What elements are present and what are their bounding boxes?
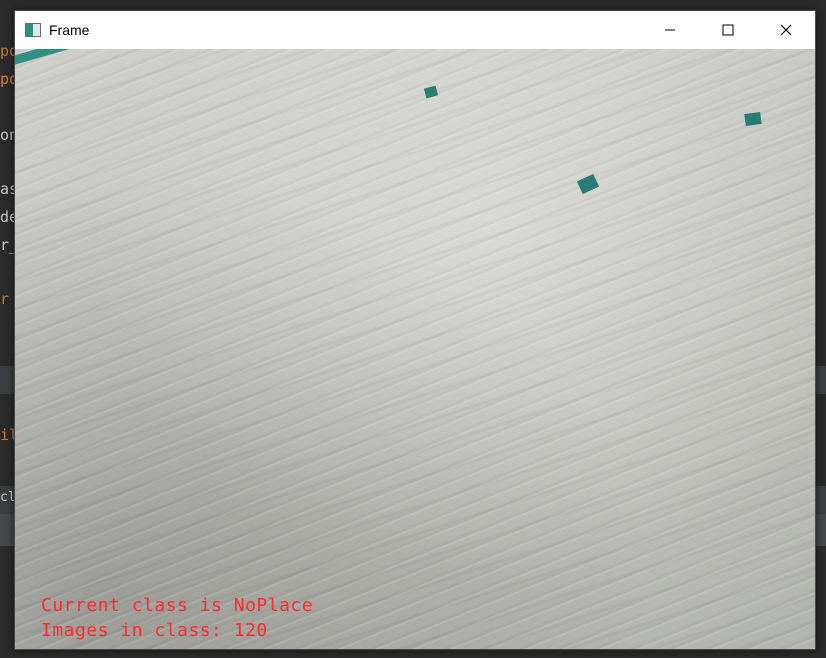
maximize-icon	[722, 24, 734, 36]
close-button[interactable]	[757, 11, 815, 49]
window-controls	[641, 11, 815, 49]
app-window-icon	[25, 23, 41, 37]
minimize-icon	[665, 29, 675, 31]
maximize-button[interactable]	[699, 11, 757, 49]
title-bar[interactable]: Frame	[15, 11, 815, 49]
camera-frame: Current class is NoPlace Images in class…	[15, 49, 815, 649]
wood-grain-texture	[15, 49, 815, 649]
frame-window: Frame Current class is NoPlace Images in…	[14, 10, 816, 650]
teal-marker	[744, 111, 762, 127]
window-title: Frame	[49, 22, 90, 38]
images-count-label: Images in class: 120	[41, 620, 268, 641]
current-class-label: Current class is NoPlace	[41, 595, 314, 616]
close-icon	[780, 24, 792, 36]
editor-line: r	[0, 290, 10, 308]
minimize-button[interactable]	[641, 11, 699, 49]
